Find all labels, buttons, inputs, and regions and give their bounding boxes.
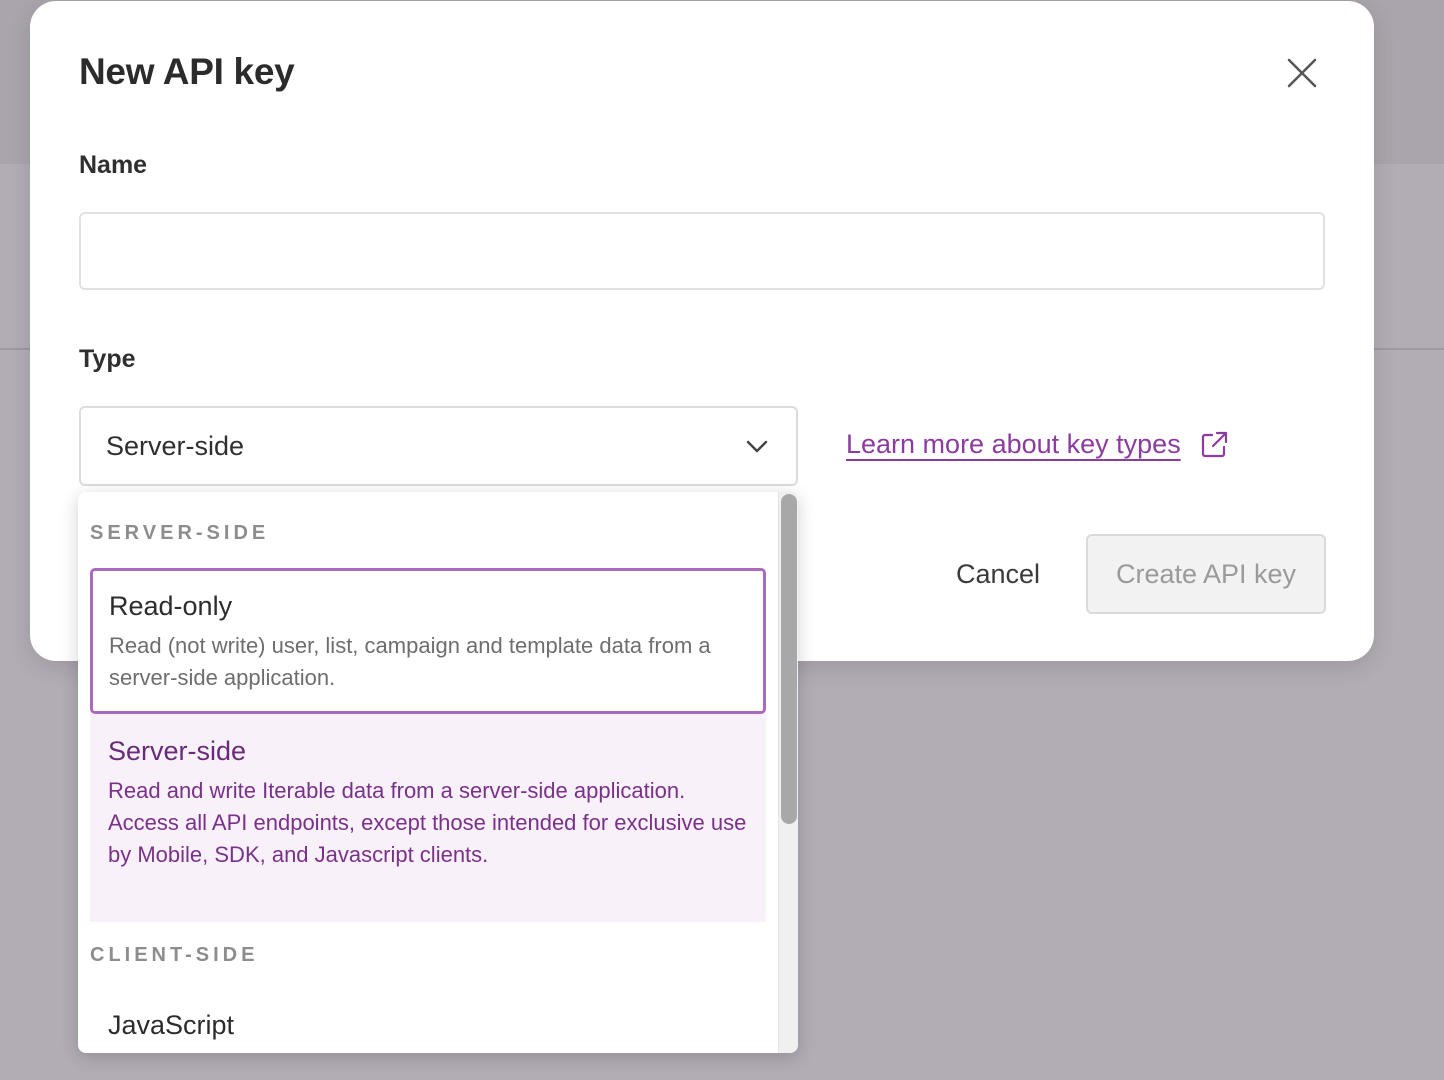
type-select-value: Server-side: [106, 431, 245, 461]
cancel-button[interactable]: Cancel: [940, 541, 1056, 607]
option-javascript[interactable]: JavaScript: [90, 988, 766, 1053]
dropdown-list: SERVER-SIDE Read-only Read (not write) u…: [78, 492, 778, 1053]
group-heading-client-side: CLIENT-SIDE: [90, 944, 259, 966]
close-button[interactable]: [1284, 55, 1320, 91]
external-link-icon: [1201, 431, 1227, 457]
learn-more-link[interactable]: Learn more about key types: [846, 429, 1229, 460]
create-api-key-button[interactable]: Create API key: [1086, 534, 1326, 614]
learn-more-text: Learn more about key types: [846, 429, 1181, 459]
close-icon: [1287, 58, 1317, 88]
name-label: Name: [79, 151, 148, 179]
type-select[interactable]: Server-side: [79, 406, 798, 486]
option-server-side[interactable]: Server-side Read and write Iterable data…: [90, 714, 766, 922]
option-title: JavaScript: [108, 1010, 235, 1040]
type-dropdown-menu: SERVER-SIDE Read-only Read (not write) u…: [78, 492, 798, 1053]
name-input[interactable]: [79, 212, 1325, 290]
chevron-down-icon: [746, 440, 768, 453]
option-read-only[interactable]: Read-only Read (not write) user, list, c…: [90, 568, 766, 714]
dropdown-scrollbar[interactable]: [778, 492, 798, 1053]
modal-title: New API key: [79, 51, 295, 92]
option-title: Read-only: [109, 591, 233, 621]
option-description: Read and write Iterable data from a serv…: [108, 778, 747, 867]
option-description: Read (not write) user, list, campaign an…: [109, 633, 711, 690]
scrollbar-thumb[interactable]: [781, 494, 797, 824]
type-label: Type: [79, 345, 136, 373]
option-title: Server-side: [108, 736, 247, 766]
group-heading-server-side: SERVER-SIDE: [90, 522, 270, 544]
